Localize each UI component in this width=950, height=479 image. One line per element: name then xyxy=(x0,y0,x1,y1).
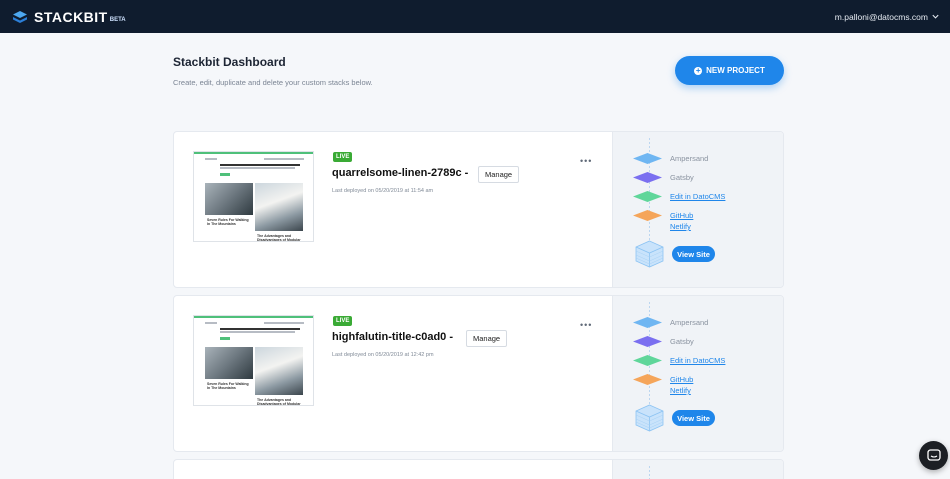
manage-button[interactable]: Manage xyxy=(466,330,508,347)
beta-badge: BETA xyxy=(109,16,126,23)
datocms-layer-icon xyxy=(633,191,662,202)
logo-text: STACKBIT xyxy=(34,8,108,25)
edit-in-datocms-link[interactable]: Edit in DatoCMS xyxy=(670,192,725,201)
github-link[interactable]: GitHub xyxy=(670,375,693,384)
stackbit-logo-icon xyxy=(13,10,27,23)
thumbnail-image xyxy=(255,347,303,395)
netlify-link[interactable]: Netlify xyxy=(670,386,691,395)
stackbit-logo[interactable]: STACKBIT BETA xyxy=(12,9,126,25)
new-project-button[interactable]: + NEW PROJECT xyxy=(675,56,784,85)
chat-launcher-button[interactable] xyxy=(919,441,948,470)
stack-item-ampersand: Ampersand xyxy=(633,153,708,164)
live-badge: LIVE xyxy=(333,316,353,326)
plus-circle-icon: + xyxy=(694,65,703,75)
manage-button[interactable]: Manage xyxy=(478,166,520,183)
more-dots-icon[interactable]: ••• xyxy=(580,156,592,166)
dashboard-header: Stackbit Dashboard Create, edit, duplica… xyxy=(173,55,373,87)
thumbnail-caption: The Advantages and Disadvantages of Modu… xyxy=(257,398,301,406)
gatsby-layer-icon xyxy=(633,336,662,347)
user-email: m.palloni@datocms.com xyxy=(834,11,928,22)
thumbnail-image xyxy=(205,347,253,379)
stack-item-label: Gatsby xyxy=(670,337,694,346)
thumbnail-caption: Seven Rules For Walking In The Mountains xyxy=(207,382,249,390)
netlify-link[interactable]: Netlify xyxy=(670,222,691,231)
stack-item-datocms[interactable]: Edit in DatoCMS xyxy=(633,355,725,366)
thumbnail-image xyxy=(205,183,253,215)
gatsby-layer-icon xyxy=(633,172,662,183)
thumbnail-image xyxy=(255,183,303,231)
datocms-layer-icon xyxy=(633,355,662,366)
live-badge: LIVE xyxy=(333,152,353,162)
chevron-down-icon xyxy=(932,14,939,19)
stack-item-gatsby: Gatsby xyxy=(633,336,694,347)
stack-item-github[interactable]: GitHub xyxy=(633,374,693,385)
stack-item-gatsby: Gatsby xyxy=(633,172,694,183)
last-deployed-text: Last deployed on 05/20/2019 at 12:42 pm xyxy=(332,352,434,358)
netlify-cube-icon xyxy=(635,404,664,432)
github-layer-icon xyxy=(633,210,662,221)
project-card: Seven Rules For Walking In The Mountains… xyxy=(173,295,784,452)
user-menu[interactable]: m.palloni@datocms.com xyxy=(835,12,940,22)
thumbnail-caption: The Advantages and Disadvantages of Modu… xyxy=(257,234,301,242)
edit-in-datocms-link[interactable]: Edit in DatoCMS xyxy=(670,356,725,365)
project-card: Seven Rules For Walking In The Mountains… xyxy=(173,131,784,288)
ampersand-layer-icon xyxy=(633,317,662,328)
stack-item-github[interactable]: GitHub xyxy=(633,210,693,221)
stack-item-label: Gatsby xyxy=(670,173,694,182)
stack-item-netlify[interactable]: Netlify xyxy=(670,386,691,395)
ampersand-layer-icon xyxy=(633,153,662,164)
stack-item-label: Ampersand xyxy=(670,154,709,163)
new-project-label: NEW PROJECT xyxy=(706,66,765,75)
last-deployed-text: Last deployed on 05/20/2019 at 11:54 am xyxy=(332,188,434,194)
project-card xyxy=(173,459,784,479)
github-link[interactable]: GitHub xyxy=(670,211,693,220)
page-subtitle: Create, edit, duplicate and delete your … xyxy=(173,78,373,87)
chat-bubble-icon xyxy=(926,448,941,461)
project-name[interactable]: highfalutin-title-c0ad0 - xyxy=(332,331,453,343)
stack-panel xyxy=(612,460,783,479)
thumbnail-caption: Seven Rules For Walking In The Mountains xyxy=(207,218,249,226)
top-navigation-bar: STACKBIT BETA m.palloni@datocms.com xyxy=(0,0,950,33)
site-thumbnail[interactable]: Seven Rules For Walking In The Mountains… xyxy=(193,315,314,406)
more-dots-icon[interactable]: ••• xyxy=(580,320,592,330)
view-site-button[interactable]: View Site xyxy=(672,410,715,426)
stack-item-netlify[interactable]: Netlify xyxy=(670,222,691,231)
stack-item-label: Ampersand xyxy=(670,318,709,327)
site-thumbnail[interactable]: Seven Rules For Walking In The Mountains… xyxy=(193,151,314,242)
page-title: Stackbit Dashboard xyxy=(173,55,286,69)
stack-item-ampersand: Ampersand xyxy=(633,317,708,328)
project-name[interactable]: quarrelsome-linen-2789c - xyxy=(332,167,468,179)
netlify-cube-icon xyxy=(635,240,664,268)
stack-item-datocms[interactable]: Edit in DatoCMS xyxy=(633,191,725,202)
view-site-button[interactable]: View Site xyxy=(672,246,715,262)
github-layer-icon xyxy=(633,374,662,385)
